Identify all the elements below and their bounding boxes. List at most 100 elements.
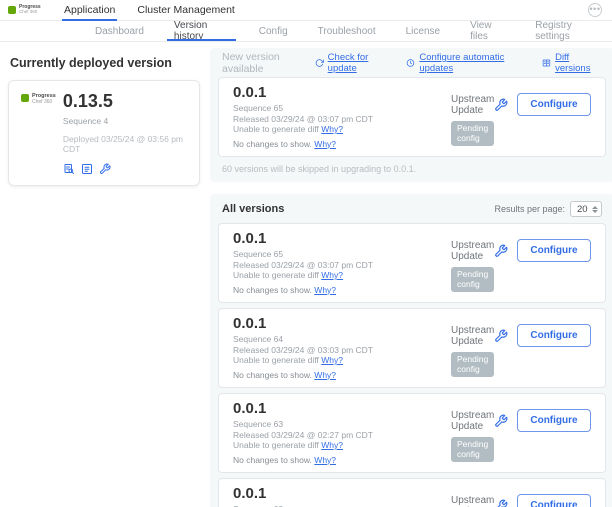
edit-config-icon[interactable]	[494, 98, 508, 112]
status-badge: Pending config	[451, 437, 494, 462]
diff-status-text: Unable to generate diff	[233, 124, 319, 134]
version-source-label: Upstream Update	[451, 325, 494, 347]
brand-logo-icon	[21, 94, 29, 102]
changes-status-text: No changes to show.	[233, 139, 312, 149]
version-diff-status: Unable to generate diff Why?	[233, 270, 451, 281]
version-released: Released 03/29/24 @ 02:27 pm CDT	[233, 430, 451, 441]
diff-why-link[interactable]: Why?	[321, 270, 343, 280]
brand-logo-icon	[8, 6, 16, 14]
edit-config-icon[interactable]	[494, 329, 508, 343]
app-logo: Progress Chef 360	[8, 5, 42, 15]
version-sequence: Sequence 65	[233, 249, 451, 260]
results-per-page-value: 20	[577, 204, 588, 215]
skip-versions-notice: 60 versions will be skipped in upgrading…	[218, 157, 606, 174]
subnav-dashboard[interactable]: Dashboard	[80, 21, 159, 41]
edit-config-icon[interactable]	[99, 163, 111, 175]
subnav-version-history[interactable]: Version history	[159, 21, 244, 41]
configure-button[interactable]: Configure	[517, 324, 590, 347]
new-version-panel: New version available Check for update C…	[210, 48, 612, 182]
version-number: 0.0.1	[233, 485, 451, 502]
version-number: 0.0.1	[233, 400, 451, 417]
diff-why-link[interactable]: Why?	[321, 124, 343, 134]
version-number: 0.0.1	[233, 315, 451, 332]
diff-why-link[interactable]: Why?	[321, 355, 343, 365]
deployed-version-number: 0.13.5	[63, 91, 187, 111]
version-row: 0.0.1 Sequence 65 Released 03/29/24 @ 03…	[218, 223, 606, 303]
configure-button[interactable]: Configure	[517, 93, 590, 116]
deployed-version-heading: Currently deployed version	[10, 56, 200, 70]
changes-why-link[interactable]: Why?	[314, 285, 336, 295]
version-sequence: Sequence 65	[233, 103, 451, 114]
more-menu-icon[interactable]: •••	[588, 3, 602, 17]
changes-status-text: No changes to show.	[233, 370, 312, 380]
results-per-page-label: Results per page:	[494, 204, 565, 214]
edit-config-icon[interactable]	[494, 414, 508, 428]
changes-why-link[interactable]: Why?	[314, 370, 336, 380]
subnav-license[interactable]: License	[391, 21, 455, 41]
diff-status-text: Unable to generate diff	[233, 440, 319, 450]
changes-status-text: No changes to show.	[233, 455, 312, 465]
refresh-icon	[315, 58, 324, 68]
results-per-page-select[interactable]: 20	[570, 201, 602, 217]
subnav-registry-settings[interactable]: Registry settings	[520, 21, 612, 41]
diff-icon	[542, 58, 551, 68]
stepper-arrows-icon	[592, 206, 598, 213]
version-source-label: Upstream Update	[451, 94, 494, 116]
version-sequence: Sequence 63	[233, 419, 451, 430]
version-diff-status: Unable to generate diff Why?	[233, 440, 451, 451]
all-versions-panel: All versions Results per page: 20	[210, 194, 612, 507]
new-version-row-list: 0.0.1 Sequence 65 Released 03/29/24 @ 03…	[218, 77, 606, 157]
version-source-label: Upstream Update	[451, 240, 494, 262]
preflight-checks-icon[interactable]	[81, 163, 93, 175]
version-sequence: Sequence 64	[233, 334, 451, 345]
diff-status-text: Unable to generate diff	[233, 270, 319, 280]
schedule-icon	[406, 58, 415, 68]
version-diff-status: Unable to generate diff Why?	[233, 124, 451, 135]
configure-automatic-updates-label: Configure automatic updates	[419, 52, 528, 74]
deployed-version-sequence: Sequence 4	[63, 116, 187, 126]
diff-versions-label: Diff versions	[555, 52, 602, 74]
app-icon: Progress Chef 360	[21, 91, 56, 175]
subnav-troubleshoot[interactable]: Troubleshoot	[303, 21, 391, 41]
subnav-config[interactable]: Config	[244, 21, 303, 41]
version-changes-status: No changes to show. Why?	[233, 370, 451, 381]
check-for-update-label: Check for update	[328, 52, 393, 74]
deployed-version-card: Progress Chef 360 0.13.5 Sequence 4 Depl…	[8, 80, 200, 186]
tab-cluster-management[interactable]: Cluster Management	[137, 0, 234, 21]
deployed-version-timestamp: Deployed 03/25/24 @ 03:56 pm CDT	[63, 134, 187, 154]
version-source-label: Upstream Update	[451, 410, 494, 432]
configure-button[interactable]: Configure	[517, 409, 590, 432]
deploy-logs-icon[interactable]	[63, 163, 75, 175]
tab-application[interactable]: Application	[64, 0, 115, 21]
edit-config-icon[interactable]	[494, 244, 508, 258]
configure-button[interactable]: Configure	[517, 239, 590, 262]
changes-status-text: No changes to show.	[233, 285, 312, 295]
version-source-label: Upstream Update	[451, 495, 494, 507]
edit-config-icon[interactable]	[494, 499, 508, 507]
diff-status-text: Unable to generate diff	[233, 355, 319, 365]
version-row: 0.0.1 Sequence 63 Released 03/29/24 @ 02…	[218, 393, 606, 473]
subnav-view-files[interactable]: View files	[455, 21, 520, 41]
configure-button[interactable]: Configure	[517, 494, 590, 507]
version-row: 0.0.1 Sequence 62 Released 03/29/24 @ 02…	[218, 478, 606, 507]
deployed-version-panel: Currently deployed version Progress Chef…	[8, 48, 200, 186]
version-changes-status: No changes to show. Why?	[233, 139, 451, 150]
new-version-heading: New version available	[222, 51, 315, 75]
changes-why-link[interactable]: Why?	[314, 455, 336, 465]
changes-why-link[interactable]: Why?	[314, 139, 336, 149]
version-row: 0.0.1 Sequence 64 Released 03/29/24 @ 03…	[218, 308, 606, 388]
version-released: Released 03/29/24 @ 03:03 pm CDT	[233, 345, 451, 356]
status-badge: Pending config	[451, 267, 494, 292]
all-versions-row-list: 0.0.1 Sequence 65 Released 03/29/24 @ 03…	[218, 223, 606, 507]
version-diff-status: Unable to generate diff Why?	[233, 355, 451, 366]
diff-versions-link[interactable]: Diff versions	[542, 52, 601, 74]
check-for-update-link[interactable]: Check for update	[315, 52, 393, 74]
version-changes-status: No changes to show. Why?	[233, 285, 451, 296]
status-badge: Pending config	[451, 121, 494, 146]
diff-why-link[interactable]: Why?	[321, 440, 343, 450]
status-badge: Pending config	[451, 352, 494, 377]
brand-product: Chef 360	[19, 10, 41, 15]
app-header: Progress Chef 360 Application Cluster Ma…	[0, 0, 612, 21]
configure-automatic-updates-link[interactable]: Configure automatic updates	[406, 52, 528, 74]
version-number: 0.0.1	[233, 230, 451, 247]
